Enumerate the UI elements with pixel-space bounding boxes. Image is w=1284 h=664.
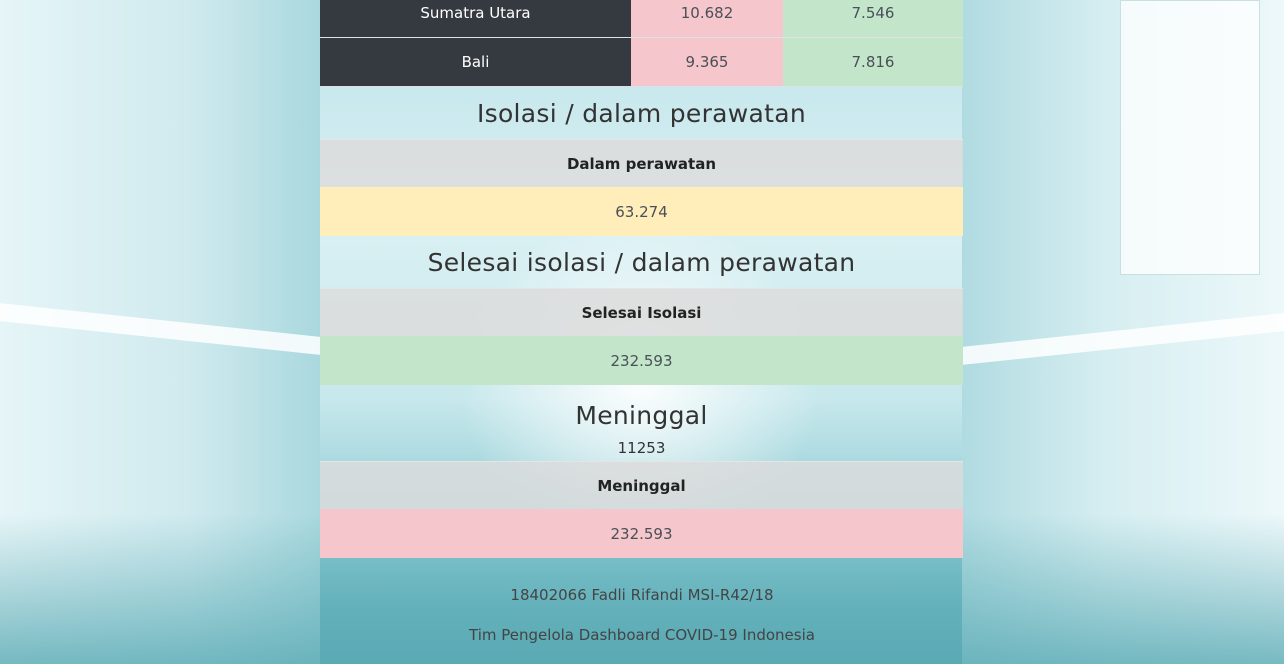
deaths-value: 232.593: [320, 509, 963, 558]
isolation-section: Isolasi / dalam perawatan Dalam perawata…: [320, 87, 963, 236]
finished-isolation-header: Selesai Isolasi: [320, 288, 963, 336]
footer-author: 18402066 Fadli Rifandi MSI-R42/18: [510, 586, 774, 604]
province-recovered: 7.816: [783, 38, 963, 86]
province-table: Sumatra Utara 10.682 7.546 Bali 9.365 7.…: [320, 0, 963, 87]
province-recovered: 7.546: [783, 0, 963, 37]
table-row: Bali 9.365 7.816: [320, 38, 963, 87]
background-cabinet: [1120, 0, 1260, 275]
isolation-value: 63.274: [320, 187, 963, 236]
deaths-section: Meninggal 11253 Meninggal 232.593: [320, 385, 963, 558]
finished-isolation-section: Selesai isolasi / dalam perawatan Selesa…: [320, 236, 963, 385]
main-content: Sumatra Utara 10.682 7.546 Bali 9.365 7.…: [320, 0, 963, 558]
isolation-header: Dalam perawatan: [320, 139, 963, 187]
province-name: Sumatra Utara: [320, 0, 631, 37]
deaths-count: 11253: [617, 439, 666, 457]
footer-team: Tim Pengelola Dashboard COVID-19 Indones…: [469, 626, 815, 644]
finished-isolation-value: 232.593: [320, 336, 963, 385]
deaths-header: Meninggal: [320, 461, 963, 509]
table-row: Sumatra Utara 10.682 7.546: [320, 0, 963, 38]
province-name: Bali: [320, 38, 631, 86]
province-positive: 9.365: [631, 38, 783, 86]
province-positive: 10.682: [631, 0, 783, 37]
deaths-title: Meninggal: [575, 400, 708, 430]
isolation-title: Isolasi / dalam perawatan: [476, 98, 807, 128]
finished-isolation-title: Selesai isolasi / dalam perawatan: [427, 247, 856, 277]
